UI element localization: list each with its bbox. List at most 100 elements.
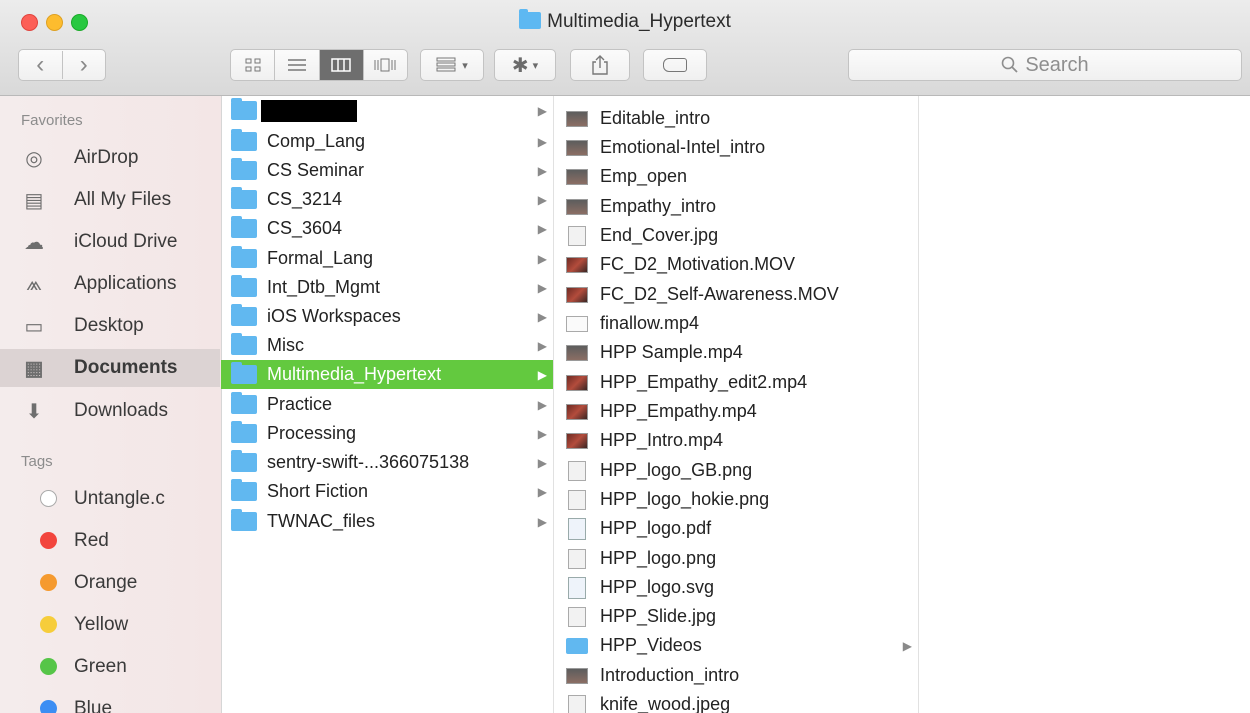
folder-name: Formal_Lang (267, 248, 374, 268)
edit-tags-button[interactable] (643, 49, 707, 81)
share-icon (592, 55, 608, 75)
sidebar-item-icloud-drive[interactable]: ☁ iCloud Drive (8, 224, 214, 260)
file-row[interactable]: HPP_Empathy_edit2.mp4 (554, 368, 918, 397)
file-row[interactable]: FC_D2_Motivation.MOV (554, 250, 918, 279)
sidebar-tag-green[interactable]: Green (0, 650, 220, 684)
file-row[interactable]: HPP_Slide.jpg (554, 602, 918, 631)
sidebar-item-label: iCloud Drive (74, 231, 178, 252)
image-file-icon (568, 489, 586, 510)
file-row[interactable]: Empathy_intro (554, 192, 918, 221)
file-row[interactable]: knife_wood.jpeg (554, 690, 918, 713)
file-name: finallow.mp4 (600, 313, 700, 333)
folder-row[interactable]: Processing ▶ (221, 419, 553, 448)
folder-icon (519, 9, 542, 29)
folder-row[interactable]: Practice ▶ (221, 390, 553, 419)
file-row[interactable]: finallow.mp4 (554, 309, 918, 338)
folder-name: TWNAC_files (267, 511, 376, 531)
column-multimedia-hypertext: Editable_intro Emotional-Intel_intro Emp… (554, 96, 919, 713)
file-row[interactable]: HPP_logo_GB.png (554, 456, 918, 485)
back-button[interactable]: ‹ (19, 51, 63, 79)
file-row[interactable]: HPP_Empathy.mp4 (554, 397, 918, 426)
file-row[interactable]: HPP_logo.svg (554, 573, 918, 602)
sidebar-item-all-my-files[interactable]: ▤ All My Files (8, 182, 214, 218)
file-row[interactable]: Emp_open (554, 162, 918, 191)
sidebar-item-documents[interactable]: ▦ Documents (0, 349, 220, 387)
file-name: HPP_Intro.mp4 (600, 430, 724, 450)
list-view-button[interactable] (275, 50, 320, 80)
sidebar-tag-red[interactable]: Red (0, 524, 220, 558)
folder-row-selected[interactable]: Multimedia_Hypertext ▶ (221, 360, 553, 389)
folder-row[interactable]: CS_3604 ▶ (221, 214, 553, 243)
forward-button[interactable]: › (63, 51, 106, 79)
folder-row[interactable]: TWNAC_files ▶ (221, 507, 553, 536)
file-row[interactable]: HPP Sample.mp4 (554, 338, 918, 367)
sidebar-item-applications[interactable]: ⩕ Applications (8, 266, 214, 302)
chevron-right-icon: ▶ (537, 455, 547, 470)
file-row[interactable]: HPP_logo.png (554, 544, 918, 573)
arrange-button[interactable]: ▾ (420, 49, 484, 81)
sidebar-tag-label: Yellow (74, 614, 129, 635)
desktop-icon: ▭ (24, 315, 44, 338)
file-name: HPP_logo.png (600, 548, 717, 568)
sidebar-item-desktop[interactable]: ▭ Desktop (8, 308, 214, 344)
folder-row[interactable]: CS_3214 ▶ (221, 185, 553, 214)
svg-file-icon (568, 576, 586, 599)
folder-row[interactable]: ▶ (221, 96, 553, 125)
file-name: Emotional-Intel_intro (600, 137, 766, 157)
chevron-right-icon: ▶ (537, 251, 547, 266)
column-empty (919, 96, 1250, 713)
folder-name: CS_3214 (267, 189, 343, 209)
folder-icon (231, 479, 257, 501)
folder-row[interactable]: Formal_Lang ▶ (221, 244, 553, 273)
column-documents: ▶ Comp_Lang ▶ CS Seminar ▶ CS_3214 ▶ CS_… (221, 96, 554, 713)
file-name: HPP_logo.pdf (600, 518, 712, 538)
file-name: Introduction_intro (600, 665, 740, 685)
file-row[interactable]: Introduction_intro (554, 661, 918, 690)
folder-icon (231, 216, 257, 238)
sidebar-tag-yellow[interactable]: Yellow (0, 608, 220, 642)
folder-icon (231, 98, 257, 120)
sidebar-tag-untangle[interactable]: Untangle.c (0, 482, 220, 516)
file-row[interactable]: Editable_intro (554, 104, 918, 133)
video-file-icon (566, 110, 588, 127)
sidebar-tag-label: Red (74, 530, 109, 551)
share-button[interactable] (570, 49, 630, 81)
sidebar-tag-orange[interactable]: Orange (0, 566, 220, 600)
folder-row[interactable]: Int_Dtb_Mgmt ▶ (221, 273, 553, 302)
tag-color-dot (40, 658, 57, 675)
folder-name: Misc (267, 335, 304, 355)
tags-header: Tags (21, 453, 53, 470)
action-button[interactable]: ✱ ▾ (494, 49, 556, 81)
folder-row[interactable]: Short Fiction ▶ (221, 477, 553, 506)
folder-row[interactable]: CS Seminar ▶ (221, 156, 553, 185)
video-file-icon (566, 168, 588, 185)
folder-row[interactable]: HPP_Videos ▶ (554, 631, 918, 660)
file-row[interactable]: HPP_logo_hokie.png (554, 485, 918, 514)
folder-row[interactable]: sentry-swift-...366075138 ▶ (221, 448, 553, 477)
folder-row[interactable]: iOS Workspaces ▶ (221, 302, 553, 331)
icon-view-button[interactable] (231, 50, 276, 80)
folder-row[interactable]: Comp_Lang ▶ (221, 127, 553, 156)
sidebar-item-label: Downloads (74, 400, 168, 421)
folder-name: Multimedia_Hypertext (267, 364, 442, 384)
column-view-icon (331, 58, 351, 72)
coverflow-view-button[interactable] (364, 50, 407, 80)
sidebar-item-downloads[interactable]: ⬇ Downloads (8, 393, 214, 429)
image-file-icon (568, 694, 586, 713)
column-view-button[interactable] (319, 50, 364, 80)
file-row[interactable]: HPP_logo.pdf (554, 514, 918, 543)
image-file-icon (568, 225, 586, 246)
search-field[interactable]: Search (848, 49, 1242, 81)
sidebar-item-airdrop[interactable]: ◎ AirDrop (8, 140, 214, 176)
file-row[interactable]: End_Cover.jpg (554, 221, 918, 250)
folder-row[interactable]: Misc ▶ (221, 331, 553, 360)
all-files-icon: ▤ (24, 189, 44, 212)
sidebar-item-label: Desktop (74, 315, 144, 336)
chevron-down-icon: ▾ (462, 59, 468, 72)
file-row[interactable]: Emotional-Intel_intro (554, 133, 918, 162)
sidebar-tag-blue[interactable]: Blue (0, 692, 220, 713)
file-row[interactable]: HPP_Intro.mp4 (554, 426, 918, 455)
folder-icon (231, 450, 257, 472)
file-row[interactable]: FC_D2_Self-Awareness.MOV (554, 280, 918, 309)
file-name: HPP_Empathy_edit2.mp4 (600, 372, 808, 392)
